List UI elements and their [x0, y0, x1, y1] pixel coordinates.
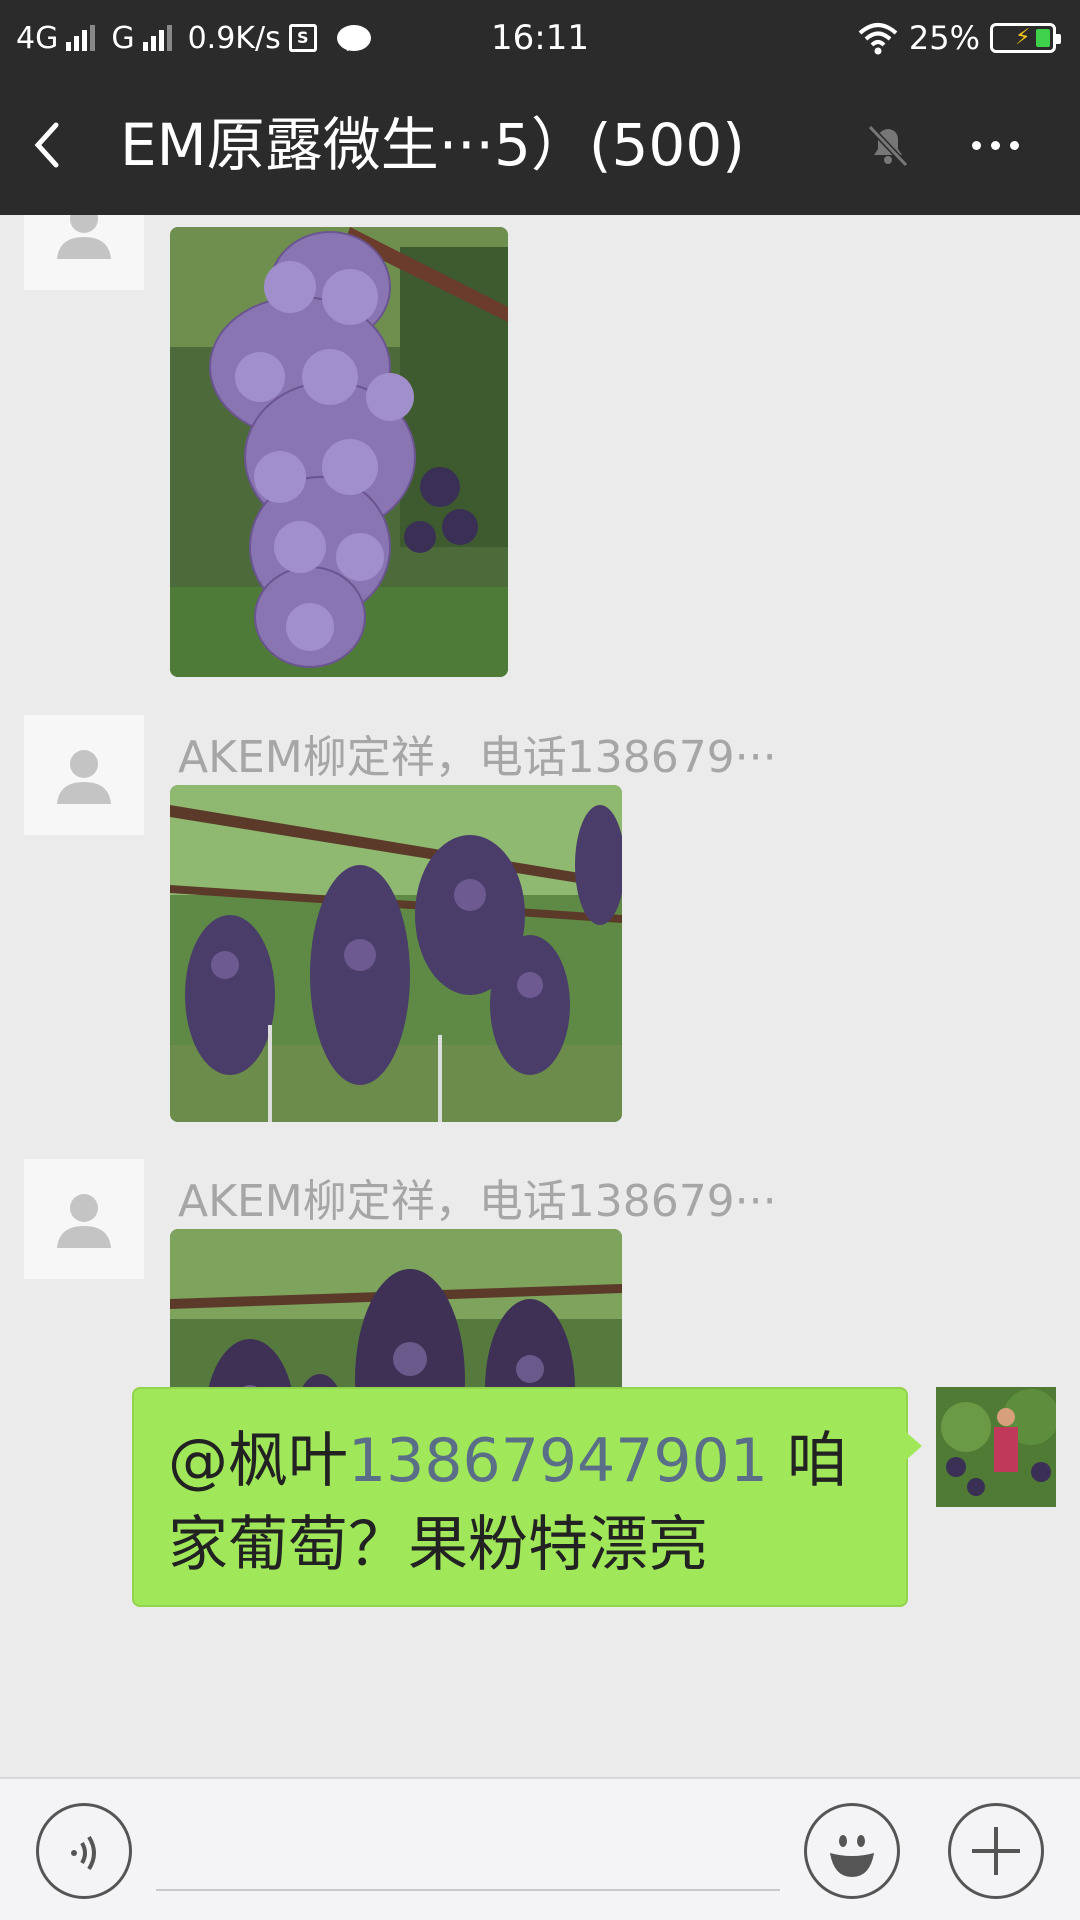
signal-icon: [142, 25, 172, 51]
chat-header: EM原露微生···5）(500): [0, 75, 1080, 215]
voice-icon: [71, 1835, 96, 1871]
default-avatar-icon: [57, 750, 111, 804]
more-dots-icon: [971, 140, 981, 150]
status-right: 25% ⚡: [857, 16, 1061, 60]
more-actions-button[interactable]: [948, 1803, 1044, 1899]
more-options-button[interactable]: [960, 117, 1030, 173]
mute-bell-icon: [862, 119, 914, 171]
battery-icon: ⚡: [990, 23, 1061, 53]
message-notification-icon: [336, 25, 371, 51]
input-bar: [0, 1777, 1080, 1920]
message-text: 咱: [767, 1426, 847, 1496]
image-message[interactable]: [170, 785, 622, 1122]
network-g-label: G: [111, 20, 135, 56]
network-speed: 0.9K/s: [187, 20, 281, 56]
my-avatar[interactable]: [936, 1387, 1056, 1507]
phone-link[interactable]: 13867947901: [348, 1426, 768, 1496]
image-message[interactable]: [170, 227, 508, 677]
signal-icon: [66, 25, 96, 51]
status-left: 4G G 0.9K/s S: [16, 16, 371, 60]
sender-avatar[interactable]: [24, 215, 144, 290]
mention-name[interactable]: @枫叶: [168, 1426, 348, 1496]
message-input[interactable]: [156, 1819, 780, 1891]
bubble-tail: [906, 1432, 922, 1460]
my-text-message[interactable]: @枫叶13867947901 咱 家葡萄？果粉特漂亮: [132, 1387, 908, 1607]
back-arrow-icon: [34, 122, 59, 168]
status-bar: 4G G 0.9K/s S 16:11 25% ⚡: [0, 0, 1080, 75]
sender-avatar[interactable]: [24, 715, 144, 835]
wifi-icon: [858, 23, 898, 55]
sender-avatar[interactable]: [24, 1159, 144, 1279]
chat-title: EM原露微生···5）(500): [120, 111, 745, 179]
user-avatar-photo: [936, 1387, 1056, 1507]
message-text: 家葡萄？果粉特漂亮: [168, 1510, 708, 1580]
sim-icon: S: [288, 24, 317, 52]
emoji-icon: [830, 1835, 874, 1877]
grape-photo: [170, 785, 622, 1122]
sender-name: AKEM柳定祥，电话138679···: [178, 732, 777, 783]
default-avatar-icon: [57, 215, 111, 259]
network-4g-label: 4G: [16, 20, 59, 56]
emoji-button[interactable]: [804, 1803, 900, 1899]
default-avatar-icon: [57, 1194, 111, 1248]
plus-icon: [972, 1827, 1020, 1875]
battery-percent: 25%: [908, 19, 980, 57]
grape-photo: [170, 227, 508, 677]
message-list[interactable]: AKEM柳定祥，电话138679··· AKEM柳定祥，电话138679··· …: [0, 215, 1080, 1777]
voice-button[interactable]: [36, 1803, 132, 1899]
back-button[interactable]: [20, 115, 80, 175]
sender-name: AKEM柳定祥，电话138679···: [178, 1176, 777, 1227]
